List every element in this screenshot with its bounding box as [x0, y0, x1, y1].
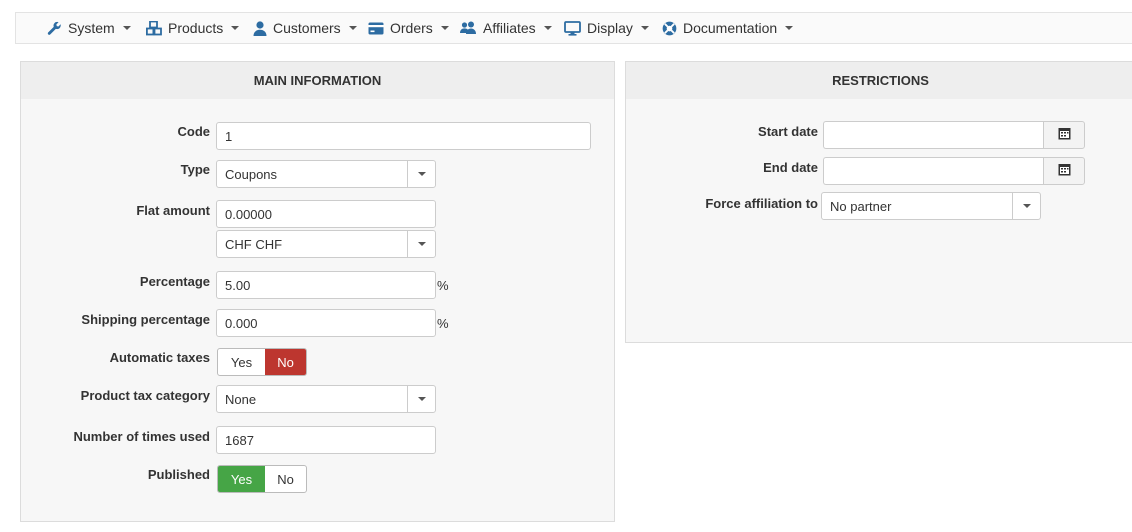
- type-label: Type: [180, 162, 210, 177]
- end-date-input[interactable]: [823, 157, 1043, 185]
- product-tax-category-label: Product tax category: [80, 388, 210, 403]
- shipping-percentage-label: Shipping percentage: [81, 312, 210, 327]
- published-yes[interactable]: Yes: [218, 466, 265, 492]
- end-date-picker: [823, 157, 1085, 185]
- panel-title: RESTRICTIONS: [626, 62, 1132, 99]
- calendar-icon: [1058, 127, 1071, 143]
- force-affiliation-label: Force affiliation to: [705, 196, 818, 211]
- cubes-icon: [146, 20, 168, 36]
- wrench-icon: [47, 21, 68, 36]
- type-select[interactable]: Coupons: [216, 160, 436, 188]
- nav-display[interactable]: Display: [564, 13, 649, 43]
- nav-orders[interactable]: Orders: [368, 13, 449, 43]
- percentage-input[interactable]: 5.00: [216, 271, 436, 299]
- chevron-down-icon: [348, 26, 357, 30]
- currency-value: CHF CHF: [225, 236, 283, 252]
- end-date-label: End date: [763, 160, 818, 175]
- chevron-down-icon: [231, 26, 240, 30]
- start-date-input[interactable]: [823, 121, 1043, 149]
- nav-documentation[interactable]: Documentation: [662, 13, 794, 43]
- user-icon: [253, 20, 273, 36]
- panel-title: MAIN INFORMATION: [21, 62, 614, 99]
- main-information-panel: MAIN INFORMATION Code 1 Type Coupons Fla…: [20, 61, 615, 522]
- percentage-label: Percentage: [139, 274, 210, 289]
- calendar-button[interactable]: [1043, 157, 1085, 185]
- users-icon: [460, 21, 483, 35]
- chevron-down-icon: [440, 26, 449, 30]
- chevron-down-icon: [543, 26, 552, 30]
- nav-customers[interactable]: Customers: [253, 13, 357, 43]
- start-date-label: Start date: [758, 124, 818, 139]
- product-tax-category-value: None: [225, 391, 257, 407]
- chevron-down-icon: [407, 231, 435, 257]
- type-value: Coupons: [225, 166, 278, 182]
- times-used-input[interactable]: 1687: [216, 426, 436, 454]
- force-affiliation-value: No partner: [830, 198, 892, 214]
- shipping-percentage-suffix: %: [437, 316, 449, 331]
- credit-card-icon: [368, 22, 390, 35]
- published-toggle: Yes No: [217, 465, 307, 493]
- nav-system[interactable]: System: [47, 13, 131, 43]
- restrictions-panel: RESTRICTIONS Start date End date Force a…: [625, 61, 1132, 343]
- flat-amount-label: Flat amount: [136, 203, 210, 218]
- chevron-down-icon: [122, 26, 131, 30]
- code-label: Code: [177, 124, 211, 139]
- lifebuoy-icon: [662, 21, 683, 36]
- chevron-down-icon: [640, 26, 649, 30]
- currency-select[interactable]: CHF CHF: [216, 230, 436, 258]
- shipping-percentage-input[interactable]: 0.000: [216, 309, 436, 337]
- nav-affiliates[interactable]: Affiliates: [460, 13, 552, 43]
- automatic-taxes-yes[interactable]: Yes: [218, 349, 265, 375]
- calendar-icon: [1058, 163, 1071, 179]
- chevron-down-icon: [407, 161, 435, 187]
- product-tax-category-select[interactable]: None: [216, 385, 436, 413]
- chevron-down-icon: [1012, 193, 1040, 219]
- force-affiliation-select[interactable]: No partner: [821, 192, 1041, 220]
- chevron-down-icon: [407, 386, 435, 412]
- start-date-picker: [823, 121, 1085, 149]
- top-navbar: System Products Customers Orders Affilia…: [15, 12, 1132, 44]
- calendar-button[interactable]: [1043, 121, 1085, 149]
- automatic-taxes-label: Automatic taxes: [109, 350, 210, 365]
- chevron-down-icon: [785, 26, 794, 30]
- times-used-label: Number of times used: [73, 429, 210, 444]
- automatic-taxes-no[interactable]: No: [265, 349, 306, 375]
- percentage-suffix: %: [437, 278, 449, 293]
- flat-amount-input[interactable]: 0.00000: [216, 200, 436, 228]
- code-input[interactable]: 1: [216, 122, 591, 150]
- automatic-taxes-toggle: Yes No: [217, 348, 307, 376]
- monitor-icon: [564, 20, 587, 36]
- published-no[interactable]: No: [265, 466, 306, 492]
- nav-products[interactable]: Products: [146, 13, 240, 43]
- published-label: Published: [147, 467, 210, 482]
